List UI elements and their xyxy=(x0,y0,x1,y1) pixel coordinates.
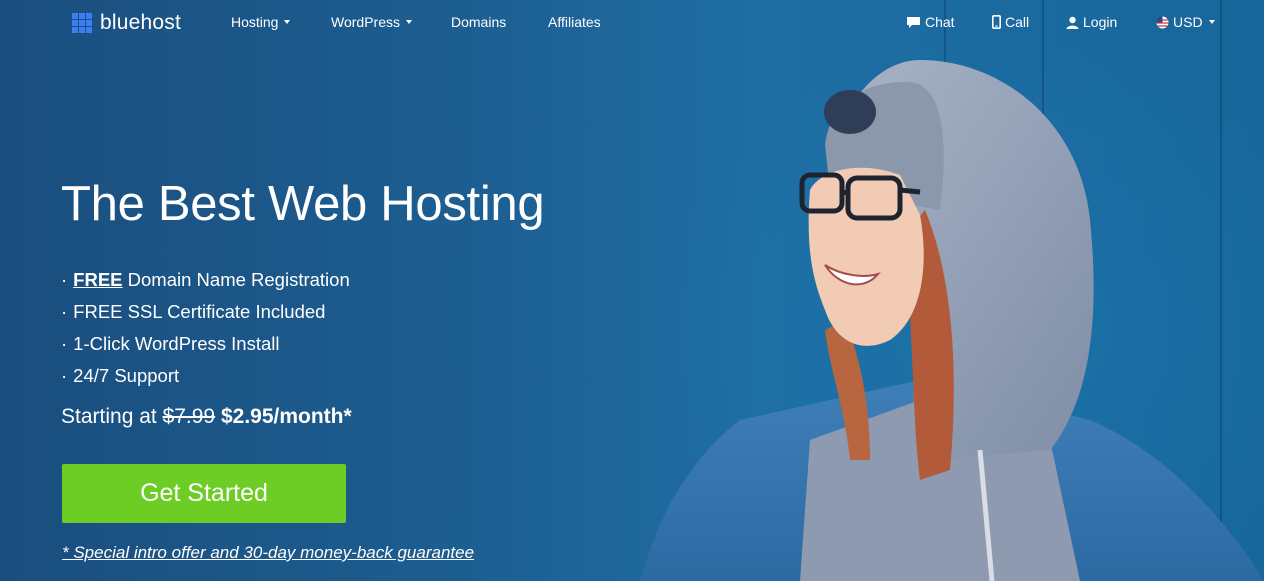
currency-label: USD xyxy=(1173,14,1203,30)
chat-bubble-icon xyxy=(907,16,920,28)
pricing-line: Starting at $7.99 $2.95/month* xyxy=(61,405,352,429)
hero-photo-person xyxy=(640,60,1264,581)
nav-affiliates-label: Affiliates xyxy=(548,14,601,30)
feature-list: · FREE Domain Name Registration · FREE SSL… xyxy=(61,266,350,394)
pricing-prefix: Starting at xyxy=(61,405,163,428)
caret-down-icon xyxy=(1208,20,1215,24)
nav-domains[interactable]: Domains xyxy=(451,14,506,30)
feature-text: 1-Click WordPress Install xyxy=(73,333,280,354)
nav-wordpress-label: WordPress xyxy=(331,14,400,30)
old-price: $7.99 xyxy=(162,405,216,428)
currency-selector[interactable]: USD xyxy=(1156,14,1215,30)
logo-wordmark: bluehost xyxy=(100,11,181,34)
nav-call-label: Call xyxy=(1005,14,1030,30)
nav-wordpress[interactable]: WordPress xyxy=(331,14,412,30)
nav-domains-label: Domains xyxy=(451,14,507,30)
feature-item: · FREE SSL Certificate Included xyxy=(61,298,350,330)
free-emphasis: FREE xyxy=(73,269,123,290)
offer-guarantee-link[interactable]: * Special intro offer and 30-day money-b… xyxy=(62,543,474,563)
nav-chat-label: Chat xyxy=(925,14,955,30)
get-started-button[interactable]: Get Started xyxy=(62,464,346,523)
nav-login[interactable]: Login xyxy=(1066,14,1117,30)
top-navigation: bluehost Hosting WordPress Domains Affil… xyxy=(0,0,1264,46)
new-price: $2.95/month* xyxy=(220,405,352,428)
bullet: · xyxy=(61,269,68,290)
logo-grid-icon xyxy=(72,13,92,33)
feature-text: Domain Name Registration xyxy=(122,269,350,290)
caret-down-icon xyxy=(405,20,412,24)
bullet: · xyxy=(61,365,68,386)
hero-headline: The Best Web Hosting xyxy=(61,177,545,231)
feature-item: · 24/7 Support xyxy=(61,362,350,394)
nav-affiliates[interactable]: Affiliates xyxy=(548,14,601,30)
phone-icon xyxy=(992,15,1001,29)
nav-chat[interactable]: Chat xyxy=(906,14,955,30)
feature-text: FREE SSL Certificate Included xyxy=(73,301,326,322)
bullet: · xyxy=(61,333,68,354)
feature-text: 24/7 Support xyxy=(73,365,180,386)
bluehost-logo[interactable]: bluehost xyxy=(72,11,181,35)
us-flag-icon xyxy=(1156,15,1169,28)
bullet: · xyxy=(61,301,68,322)
user-icon xyxy=(1066,16,1079,29)
nav-call[interactable]: Call xyxy=(992,14,1029,30)
feature-item: · FREE Domain Name Registration xyxy=(61,266,350,298)
feature-item: · 1-Click WordPress Install xyxy=(61,330,350,362)
nav-login-label: Login xyxy=(1083,14,1118,30)
nav-hosting[interactable]: Hosting xyxy=(231,14,291,30)
nav-hosting-label: Hosting xyxy=(231,14,279,30)
caret-down-icon xyxy=(284,20,291,24)
